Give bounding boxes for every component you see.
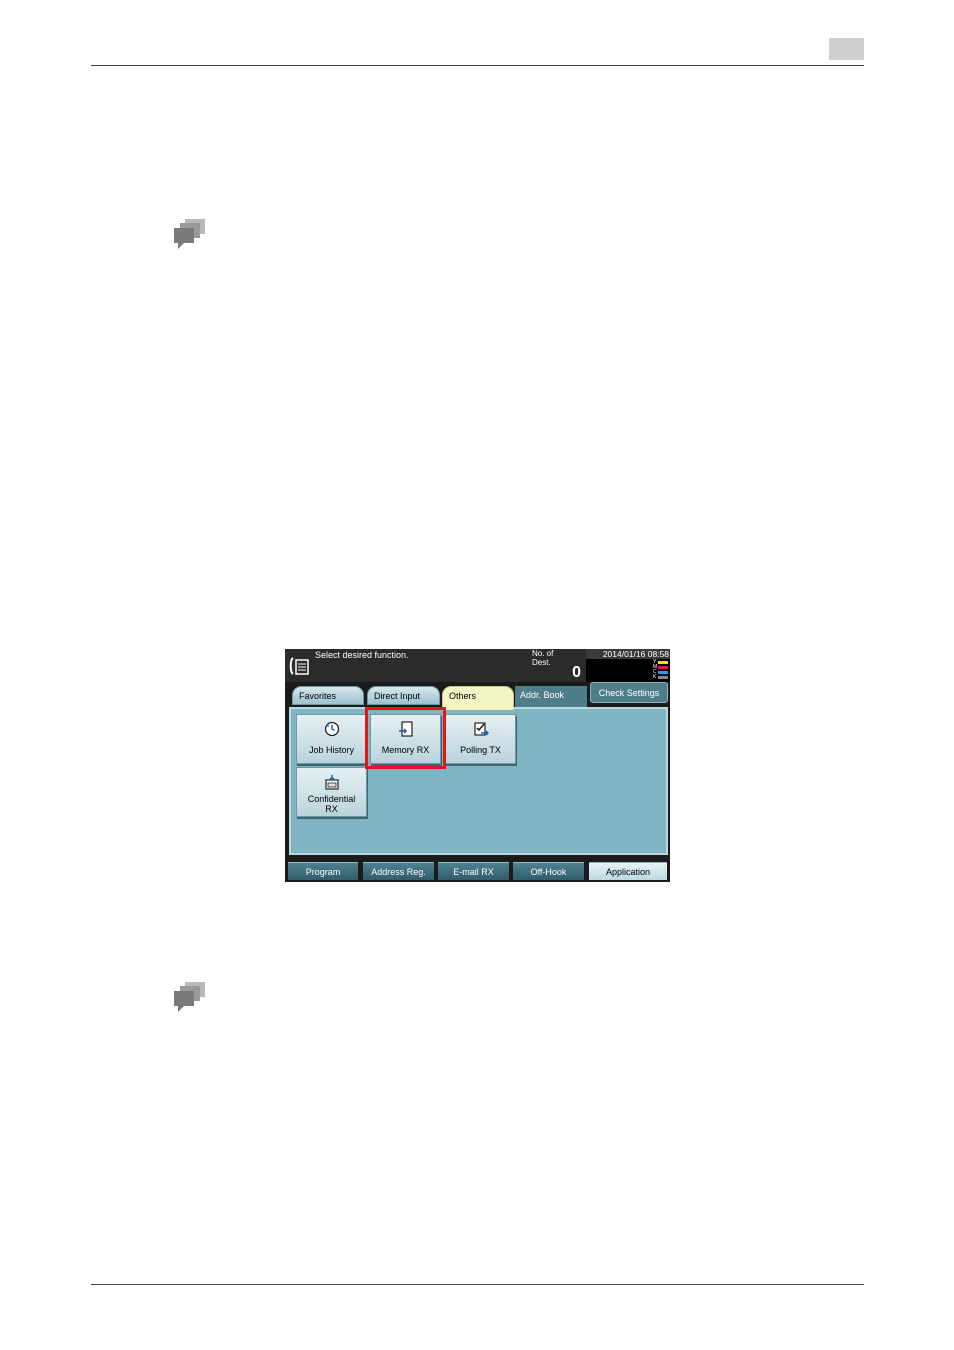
- confidential-rx-icon: [325, 775, 339, 790]
- tab-direct-input[interactable]: Direct Input: [367, 686, 440, 705]
- dest-count: 0: [572, 664, 581, 681]
- page-number-tab: [829, 38, 864, 60]
- email-rx-button[interactable]: E-mail RX: [438, 862, 509, 880]
- polling-tx-button[interactable]: Polling TX: [445, 714, 516, 764]
- address-reg-button[interactable]: Address Reg.: [363, 862, 434, 880]
- status-bar: Select desired function. No. of Dest. 0 …: [285, 649, 670, 682]
- footer-rule: [91, 1284, 864, 1285]
- memory-rx-highlight: [365, 707, 446, 769]
- job-history-button[interactable]: Job History: [296, 714, 367, 764]
- tab-others[interactable]: Others: [442, 686, 514, 710]
- datetime: 2014/01/16 08:58: [586, 649, 670, 659]
- tab-favorites[interactable]: Favorites: [292, 686, 364, 705]
- confidential-label-line1: Confidential: [307, 794, 356, 804]
- note-icon: [174, 219, 205, 249]
- status-message: Select desired function.: [315, 650, 409, 660]
- polling-tx-label: Polling TX: [460, 745, 501, 755]
- tab-addr-book[interactable]: Addr. Book: [515, 686, 587, 707]
- dest-label-line1: No. of: [532, 649, 554, 658]
- toner-levels: Y M C K: [653, 660, 669, 682]
- toner-k: K: [653, 675, 669, 680]
- confidential-rx-button[interactable]: Confidential RX: [296, 767, 367, 817]
- job-history-label: Job History: [308, 745, 354, 755]
- polling-tx-icon: [474, 722, 489, 736]
- note-icon: [174, 982, 205, 1012]
- confidential-label-line2: RX: [325, 804, 338, 814]
- function-area: Job History Memory RX Polling TX Confide…: [289, 707, 668, 855]
- fax-control-panel: Select desired function. No. of Dest. 0 …: [285, 649, 670, 882]
- program-button[interactable]: Program: [288, 862, 358, 880]
- fax-icon: [289, 657, 309, 675]
- check-settings-button[interactable]: Check Settings: [590, 682, 668, 703]
- history-icon: [324, 721, 340, 737]
- header-rule: [91, 65, 864, 66]
- off-hook-button[interactable]: Off-Hook: [513, 862, 584, 880]
- application-button[interactable]: Application: [589, 862, 667, 880]
